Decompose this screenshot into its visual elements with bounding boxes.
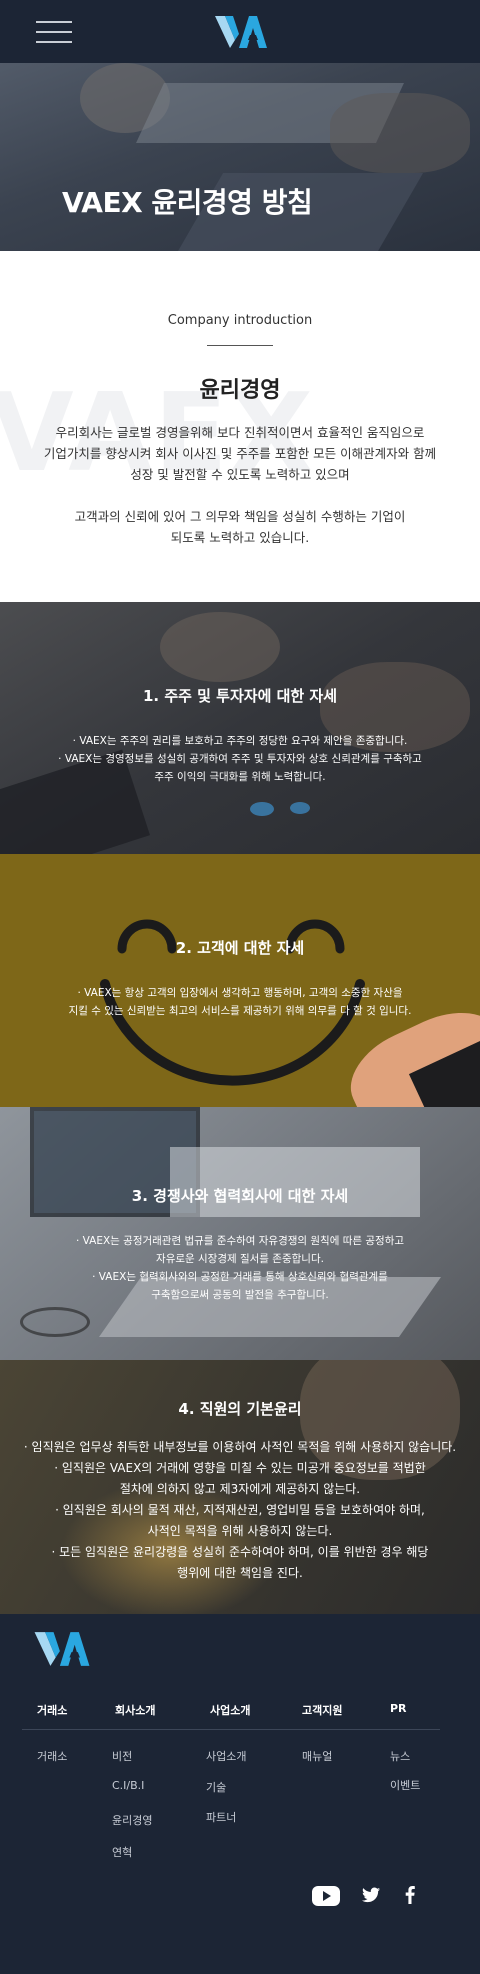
policy-body: · VAEX는 항상 고객의 입장에서 생각하고 행동하며, 고객의 소중한 자…: [40, 984, 440, 1020]
footer-divider: [22, 1729, 440, 1730]
footer-link[interactable]: 파트너: [206, 1809, 236, 1825]
background-photo-chart: [290, 802, 310, 814]
hero-banner: VAEX 윤리경영 방침: [0, 63, 480, 251]
intro-line: 성장 및 발전할 수 있도록 노력하고 있으며: [130, 467, 350, 482]
policy-title: 2. 고객에 대한 자세: [175, 939, 305, 957]
section-eyebrow: Company introduction: [167, 313, 313, 328]
footer-link[interactable]: 연혁: [112, 1844, 132, 1860]
hamburger-menu-icon[interactable]: [36, 20, 72, 44]
intro-line: 고객과의 신뢰에 있어 그 의무와 책임을 성실히 수행하는 기업이: [74, 509, 406, 524]
divider: [207, 345, 273, 346]
footer-link[interactable]: 뉴스: [390, 1748, 410, 1764]
footer-link[interactable]: C.I/B.I: [112, 1779, 144, 1792]
section-heading: 윤리경영: [199, 378, 281, 403]
intro-paragraph: 고객과의 신뢰에 있어 그 의무와 책임을 성실히 수행하는 기업이 되도록 노…: [70, 506, 410, 548]
footer-link[interactable]: 비전: [112, 1748, 132, 1764]
policy-line: 주주 이익의 극대화를 위해 노력합니다.: [154, 771, 326, 783]
policy-line: · VAEX는 공정거래관련 법규를 준수하여 자유경쟁의 원칙에 따른 공정하…: [75, 1235, 405, 1247]
policy-line: 행위에 대한 책임을 진다.: [177, 1566, 303, 1580]
intro-line: 기업가치를 향상시켜 회사 이사진 및 주주를 포함한 모든 이해관계자와 함께: [43, 446, 437, 461]
policy-title: 1. 주주 및 투자자에 대한 자세: [142, 687, 338, 705]
intro-line: 되도록 노력하고 있습니다.: [170, 530, 310, 545]
policy-title: 4. 직원의 기본윤리: [178, 1400, 302, 1418]
footer-link[interactable]: 기술: [206, 1779, 226, 1795]
footer-heading-pr: PR: [390, 1702, 407, 1715]
background-photo-glasses: [20, 1307, 90, 1337]
background-photo-chart: [250, 802, 274, 816]
policy-line: 구축함으로써 공동의 발전을 추구합니다.: [151, 1289, 329, 1301]
policy-line: 절차에 의하지 않고 제3자에게 제공하지 않는다.: [119, 1482, 361, 1496]
policy-line: 지킬 수 있는 신뢰받는 최고의 서비스를 제공하기 위해 의무를 다 할 것 …: [68, 1005, 412, 1017]
footer-link[interactable]: 윤리경영: [112, 1812, 152, 1828]
footer-heading-support: 고객지원: [302, 1704, 343, 1717]
top-bar: [0, 0, 480, 63]
company-introduction: VAEX Company introduction 윤리경영 우리회사는 글로벌…: [0, 251, 480, 602]
twitter-icon[interactable]: [362, 1887, 380, 1903]
footer-link[interactable]: 거래소: [37, 1748, 67, 1764]
intro-line: 우리회사는 글로벌 경영을위해 보다 진취적이면서 효율적인 움직임으로: [55, 425, 425, 440]
policy-line: 자유로운 시장경제 질서를 존중합니다.: [156, 1253, 324, 1265]
page: VAEX 윤리경영 방침 VAEX Company introduction 윤…: [0, 0, 480, 1974]
policy-line: · VAEX는 경영정보를 성실히 공개하여 주주 및 투자자와 상호 신뢰관계…: [58, 753, 422, 765]
policy-section-shareholders: 1. 주주 및 투자자에 대한 자세 · VAEX는 주주의 권리를 보호하고 …: [0, 602, 480, 854]
policy-body: · 임직원은 업무상 취득한 내부정보를 이용하여 사적인 목적을 위해 사용하…: [15, 1437, 465, 1584]
footer-heading-company: 회사소개: [115, 1704, 156, 1717]
policy-section-customers: 2. 고객에 대한 자세 · VAEX는 항상 고객의 입장에서 생각하고 행동…: [0, 854, 480, 1107]
vaex-logo[interactable]: [34, 1630, 90, 1668]
policy-line: · VAEX는 주주의 권리를 보호하고 주주의 정당한 요구와 제안을 존중합…: [72, 735, 408, 747]
footer-heading-exchange: 거래소: [37, 1704, 68, 1717]
hero-photo-hand: [330, 93, 470, 173]
policy-line: · 임직원은 회사의 물적 재산, 지적재산권, 영업비밀 등을 보호하여야 하…: [55, 1503, 425, 1517]
policy-line: · 임직원은 VAEX의 거래에 영향을 미칠 수 있는 미공개 중요정보를 적…: [54, 1461, 426, 1475]
policy-line: · VAEX는 협력회사와의 공정한 거래를 통해 상호신뢰와 협력관계를: [92, 1271, 388, 1283]
footer-link[interactable]: 사업소개: [206, 1748, 246, 1764]
facebook-icon[interactable]: [405, 1886, 415, 1904]
policy-section-employees: 4. 직원의 기본윤리 · 임직원은 업무상 취득한 내부정보를 이용하여 사적…: [0, 1360, 480, 1614]
policy-title: 3. 경쟁사와 협력회사에 대한 자세: [131, 1187, 349, 1205]
hero-title: VAEX 윤리경영 방침: [62, 186, 313, 219]
policy-line: · 모든 임직원은 윤리강령을 성실히 준수하여야 하며, 이를 위반한 경우 …: [51, 1545, 429, 1559]
footer-heading-business: 사업소개: [210, 1704, 251, 1717]
vaex-logo[interactable]: [215, 14, 267, 50]
youtube-icon[interactable]: [312, 1886, 340, 1906]
policy-body: · VAEX는 공정거래관련 법규를 준수하여 자유경쟁의 원칙에 따른 공정하…: [40, 1232, 440, 1304]
site-footer: 거래소 회사소개 사업소개 고객지원 PR 거래소 비전 C.I/B.I 윤리경…: [0, 1614, 480, 1974]
policy-line: 사적인 목적을 위해 사용하지 않는다.: [147, 1524, 333, 1538]
intro-paragraph: 우리회사는 글로벌 경영을위해 보다 진취적이면서 효율적인 움직임으로 기업가…: [40, 422, 440, 485]
footer-link[interactable]: 매뉴얼: [302, 1748, 332, 1764]
footer-link[interactable]: 이벤트: [390, 1777, 420, 1793]
policy-line: · 임직원은 업무상 취득한 내부정보를 이용하여 사적인 목적을 위해 사용하…: [23, 1440, 457, 1454]
policy-section-partners: 3. 경쟁사와 협력회사에 대한 자세 · VAEX는 공정거래관련 법규를 준…: [0, 1107, 480, 1360]
policy-line: · VAEX는 항상 고객의 입장에서 생각하고 행동하며, 고객의 소중한 자…: [77, 987, 403, 999]
policy-body: · VAEX는 주주의 권리를 보호하고 주주의 정당한 요구와 제안을 존중합…: [40, 732, 440, 786]
